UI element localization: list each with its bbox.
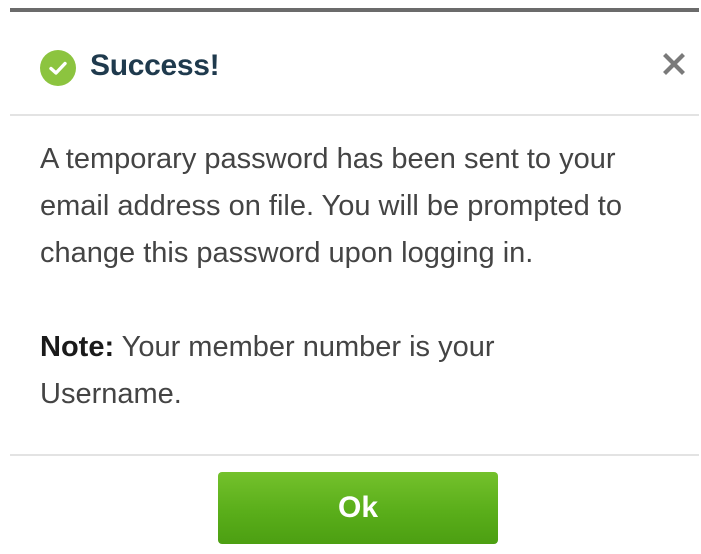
check-circle-icon <box>40 50 76 86</box>
ok-button[interactable]: Ok <box>218 472 498 544</box>
dialog-body: A temporary password has been sent to yo… <box>40 136 690 418</box>
dialog-title: Success! <box>90 49 220 82</box>
header-divider <box>10 114 699 116</box>
dialog-header: Success! <box>0 12 701 116</box>
dialog-message: A temporary password has been sent to yo… <box>40 143 622 269</box>
close-button[interactable] <box>650 42 698 90</box>
note-label: Note: <box>40 331 115 363</box>
dialog-note: Note: Your member number is your Usernam… <box>40 324 560 418</box>
footer-divider <box>10 454 699 456</box>
success-dialog: Success! A temporary password has been s… <box>0 0 701 554</box>
close-icon <box>663 52 685 80</box>
